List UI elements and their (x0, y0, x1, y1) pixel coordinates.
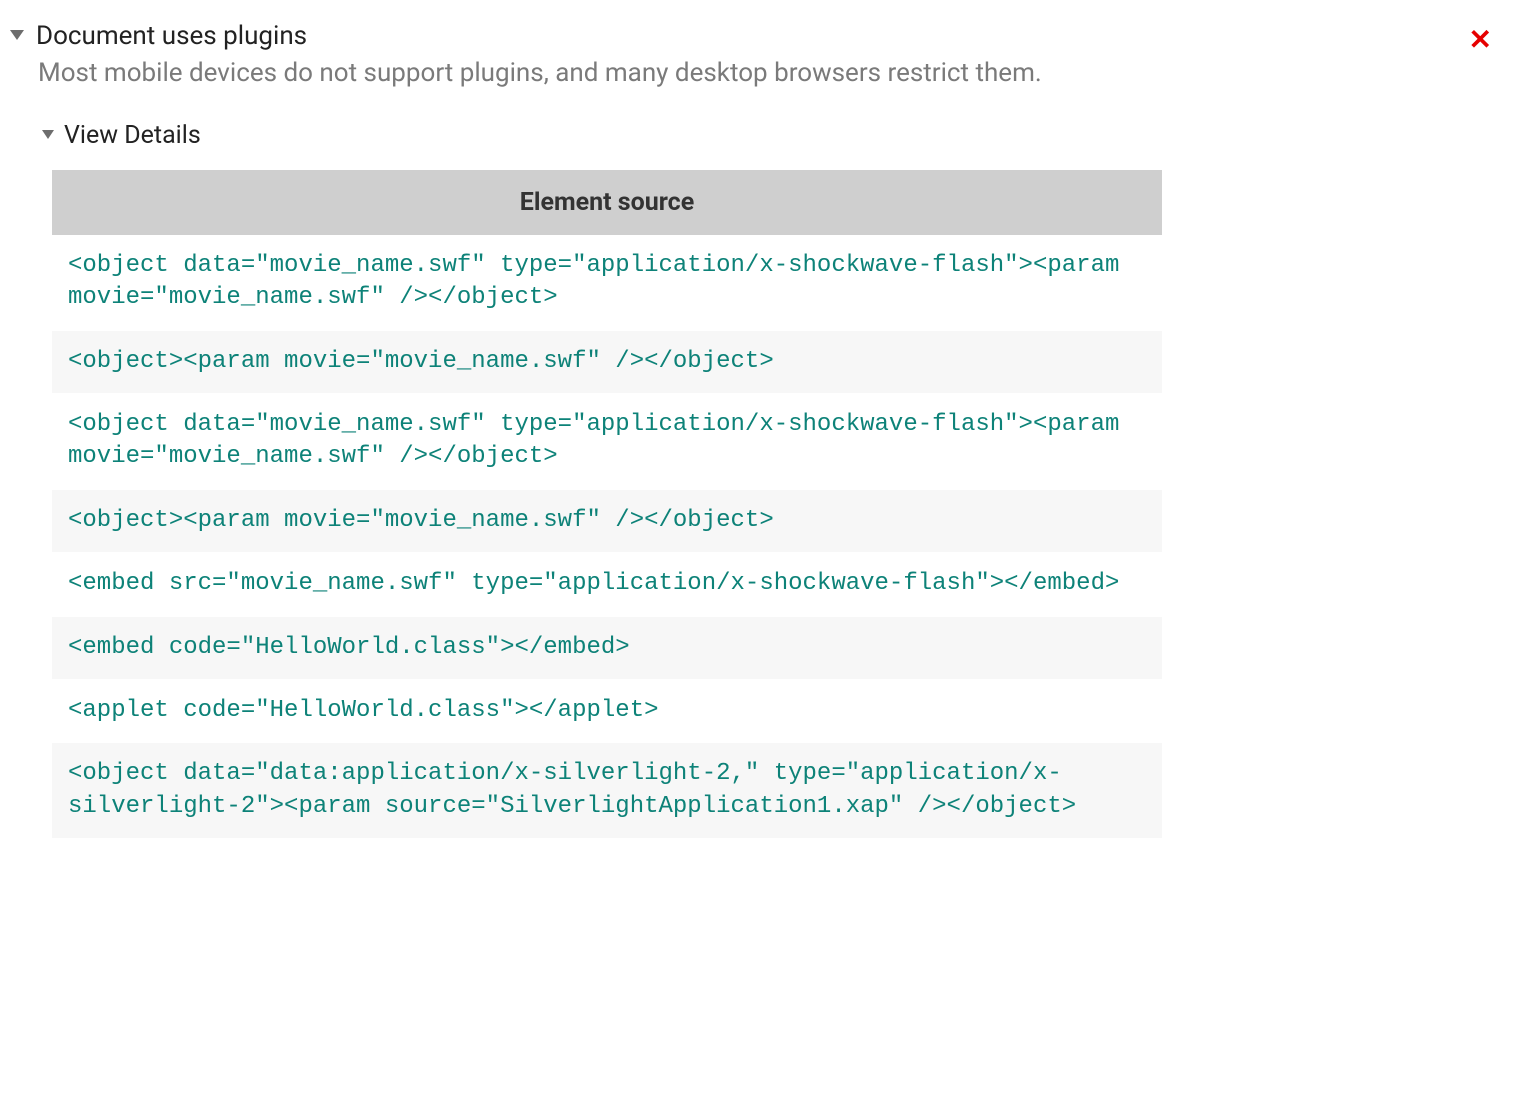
table-row: <embed code="HelloWorld.class"></embed> (52, 616, 1162, 679)
element-source-table: Element source <object data="movie_name.… (52, 170, 1162, 839)
details-section: View Details Element source <object data… (42, 121, 1512, 839)
table-row: <applet code="HelloWorld.class"></applet… (52, 680, 1162, 743)
table-body: <object data="movie_name.swf" type="appl… (52, 235, 1162, 839)
table-row: <object data="movie_name.swf" type="appl… (52, 394, 1162, 490)
element-source-cell: <object data="movie_name.swf" type="appl… (52, 235, 1162, 330)
details-title: View Details (64, 121, 201, 150)
element-source-cell: <embed code="HelloWorld.class"></embed> (52, 616, 1162, 679)
element-source-cell: <object><param movie="movie_name.swf" />… (52, 330, 1162, 393)
element-source-cell: <embed src="movie_name.swf" type="applic… (52, 553, 1162, 616)
audit-header: Document uses plugins (10, 20, 1512, 54)
element-source-cell: <object data="movie_name.swf" type="appl… (52, 394, 1162, 490)
table-header: Element source (52, 170, 1162, 235)
details-header: View Details (42, 121, 1512, 150)
chevron-down-icon[interactable] (42, 130, 54, 139)
audit-title: Document uses plugins (36, 20, 307, 54)
table-row: <object><param movie="movie_name.swf" />… (52, 330, 1162, 393)
element-source-cell: <object><param movie="movie_name.swf" />… (52, 489, 1162, 552)
table-row: <object data="movie_name.swf" type="appl… (52, 235, 1162, 330)
table-row: <object><param movie="movie_name.swf" />… (52, 489, 1162, 552)
audit-result: ✕ Document uses plugins Most mobile devi… (10, 20, 1512, 839)
element-source-cell: <applet code="HelloWorld.class"></applet… (52, 680, 1162, 743)
element-source-cell: <object data="data:application/x-silverl… (52, 743, 1162, 839)
close-icon[interactable]: ✕ (1469, 26, 1492, 54)
chevron-down-icon[interactable] (10, 30, 24, 40)
table-row: <object data="data:application/x-silverl… (52, 743, 1162, 839)
table-row: <embed src="movie_name.swf" type="applic… (52, 553, 1162, 616)
audit-description: Most mobile devices do not support plugi… (38, 56, 1512, 91)
